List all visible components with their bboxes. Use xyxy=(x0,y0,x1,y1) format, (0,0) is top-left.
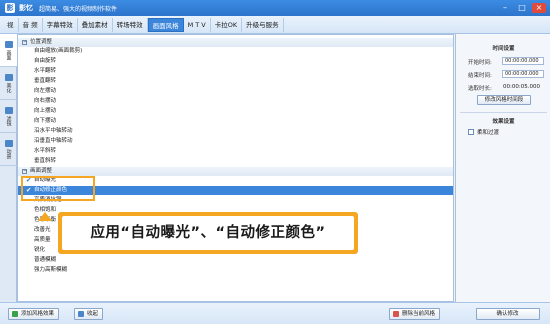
collapse-label: 收起 xyxy=(87,311,99,317)
list-item-label: 向左摆动 xyxy=(34,88,57,94)
left-tab[interactable]: 滤镜 xyxy=(0,100,17,133)
tab-icon xyxy=(4,73,13,81)
collapse-icon xyxy=(78,311,84,317)
highlight-frame xyxy=(21,176,95,201)
group-picture-label: 画面调整 xyxy=(30,168,53,174)
collapse-toggle-icon[interactable]: − xyxy=(22,40,27,45)
menu-item[interactable]: 转场特效 xyxy=(113,17,148,32)
callout-pointer xyxy=(38,212,52,221)
modify-time-button[interactable]: 修改风格时间段 xyxy=(477,95,531,105)
list-item[interactable]: 水平翻转 xyxy=(18,67,453,76)
app-name: 影忆 xyxy=(19,4,33,12)
collapse-toggle-icon[interactable]: − xyxy=(22,169,27,174)
list-item-label: 锐化 xyxy=(34,247,46,253)
list-item[interactable]: 垂直翻转 xyxy=(18,77,453,86)
soft-transition-label: 柔和过渡 xyxy=(477,130,500,136)
list-item-label: 普通模糊 xyxy=(34,257,57,263)
list-item[interactable]: 向右摆动 xyxy=(18,97,453,106)
left-tab[interactable]: 美化 xyxy=(0,67,17,100)
list-item[interactable]: 沿水平中轴转动 xyxy=(18,127,453,136)
list-item[interactable]: 强力高斯模糊 xyxy=(18,266,453,275)
effect-settings-title: 效果设置 xyxy=(492,119,515,125)
list-item[interactable]: 普通模糊 xyxy=(18,256,453,265)
start-time-input[interactable]: 00:00:00.000 xyxy=(502,57,544,65)
confirm-modify-button[interactable]: 确认修改 xyxy=(476,308,540,320)
confirm-modify-label: 确认修改 xyxy=(496,311,519,317)
tab-icon xyxy=(4,40,13,48)
soft-transition-checkbox[interactable] xyxy=(468,129,474,135)
list-item-label: 高质量 xyxy=(34,237,51,243)
list-item[interactable]: 水平斜转 xyxy=(18,147,453,156)
list-item-label: 向下摆动 xyxy=(34,118,57,124)
start-time-label: 开始时间: xyxy=(468,60,492,66)
close-icon[interactable]: × xyxy=(532,3,546,13)
minimize-icon[interactable]: – xyxy=(498,3,512,13)
soft-transition-option[interactable]: 柔和过渡 xyxy=(468,128,499,136)
title-bar: 影 影忆 超简易、强大的视频制作软件 – □ × xyxy=(0,0,550,16)
menu-item[interactable]: 升级与服务 xyxy=(242,17,284,32)
add-style-button[interactable]: 添加风格效果 xyxy=(8,308,60,320)
duration-label: 选取时长: xyxy=(468,86,492,92)
left-tab-label: 动景 xyxy=(5,148,12,159)
list-item[interactable]: 向上摆动 xyxy=(18,107,453,116)
left-tab[interactable]: 动景 xyxy=(0,133,17,166)
tab-icon xyxy=(4,106,13,114)
left-tab-label: 画面 xyxy=(5,49,12,60)
style-list-panel: − 位置调整 自由缩放(画面裁剪) 自由旋转 水平翻转 垂直翻转 向左摆动 向右摆动 向上摆动… xyxy=(17,34,454,302)
end-time-label: 结束时间: xyxy=(468,73,492,79)
list-item[interactable]: 垂直斜转 xyxy=(18,157,453,166)
left-tab-label: 滤镜 xyxy=(5,115,12,126)
list-item-label: 强力高斯模糊 xyxy=(34,267,68,273)
menu-bar: 视音 频字幕特效 叠加素材 转场特效 画面风格 M T V 卡拉OK 升级与服务 xyxy=(0,16,550,34)
maximize-icon[interactable]: □ xyxy=(515,3,529,13)
list-item-label: 沿水平中轴转动 xyxy=(34,128,73,134)
group-picture[interactable]: − 画面调整 xyxy=(18,167,453,176)
callout-banner: 应用“自动曝光”、“自动修正颜色” xyxy=(58,212,358,254)
app-slogan: 超简易、强大的视频制作软件 xyxy=(39,5,118,13)
menu-item[interactable]: 字幕特效 xyxy=(43,17,78,32)
group-position-label: 位置调整 xyxy=(30,39,53,45)
add-style-label: 添加风格效果 xyxy=(21,311,55,317)
duration-value: 00:00:05.000 xyxy=(503,84,540,90)
divider xyxy=(460,112,547,113)
list-item-label: 改善光 xyxy=(34,227,51,233)
bottom-toolbar: 添加风格效果 收起 删除当前风格 确认修改 xyxy=(0,302,550,324)
list-item-label: 向右摆动 xyxy=(34,98,57,104)
settings-panel: 时间设置 开始时间: 00:00:00.000 结束时间: 00:00:00.0… xyxy=(455,34,550,302)
list-item-label: 自由缩放(画面裁剪) xyxy=(34,48,83,54)
list-item[interactable]: 沿垂直中轴转动 xyxy=(18,137,453,146)
list-item-label: 水平翻转 xyxy=(34,68,57,74)
time-settings-title: 时间设置 xyxy=(492,46,515,52)
list-item[interactable]: 向左摆动 xyxy=(18,87,453,96)
left-tab[interactable]: 画面 xyxy=(0,34,17,67)
list-item-label: 垂直翻转 xyxy=(34,78,57,84)
list-item[interactable]: 自由旋转 xyxy=(18,57,453,66)
menu-item[interactable]: 画面风格 xyxy=(147,17,184,32)
delete-icon xyxy=(393,311,399,317)
list-item-label: 向上摆动 xyxy=(34,108,57,114)
list-item-label: 水平斜转 xyxy=(34,148,57,154)
add-icon xyxy=(12,311,18,317)
tab-icon xyxy=(4,139,13,147)
list-item-label: 沿垂直中轴转动 xyxy=(34,138,73,144)
delete-style-button[interactable]: 删除当前风格 xyxy=(389,308,441,320)
collapse-button[interactable]: 收起 xyxy=(74,308,104,320)
window-controls: – □ × xyxy=(498,3,546,13)
menu-item[interactable]: M T V xyxy=(184,17,211,32)
group-position[interactable]: − 位置调整 xyxy=(18,38,453,47)
list-item[interactable]: 自由缩放(画面裁剪) xyxy=(18,47,453,56)
left-tab-label: 美化 xyxy=(5,82,12,93)
menu-item[interactable]: 叠加素材 xyxy=(78,17,113,32)
end-time-input[interactable]: 00:00:00.000 xyxy=(502,70,544,78)
menu-item[interactable]: 音 频 xyxy=(19,17,43,32)
list-item-label: 垂直斜转 xyxy=(34,158,57,164)
delete-style-label: 删除当前风格 xyxy=(402,311,436,317)
left-tab-bar: 画面 美化 滤镜 动景 xyxy=(0,34,17,306)
menu-item[interactable]: 卡拉OK xyxy=(211,17,243,32)
app-logo-icon: 影 xyxy=(5,3,15,13)
callout-text: 应用“自动曝光”、“自动修正颜色” xyxy=(62,216,354,250)
list-item[interactable]: 向下摆动 xyxy=(18,117,453,126)
menu-item[interactable]: 视 xyxy=(3,17,19,32)
list-item-label: 自由旋转 xyxy=(34,58,57,64)
